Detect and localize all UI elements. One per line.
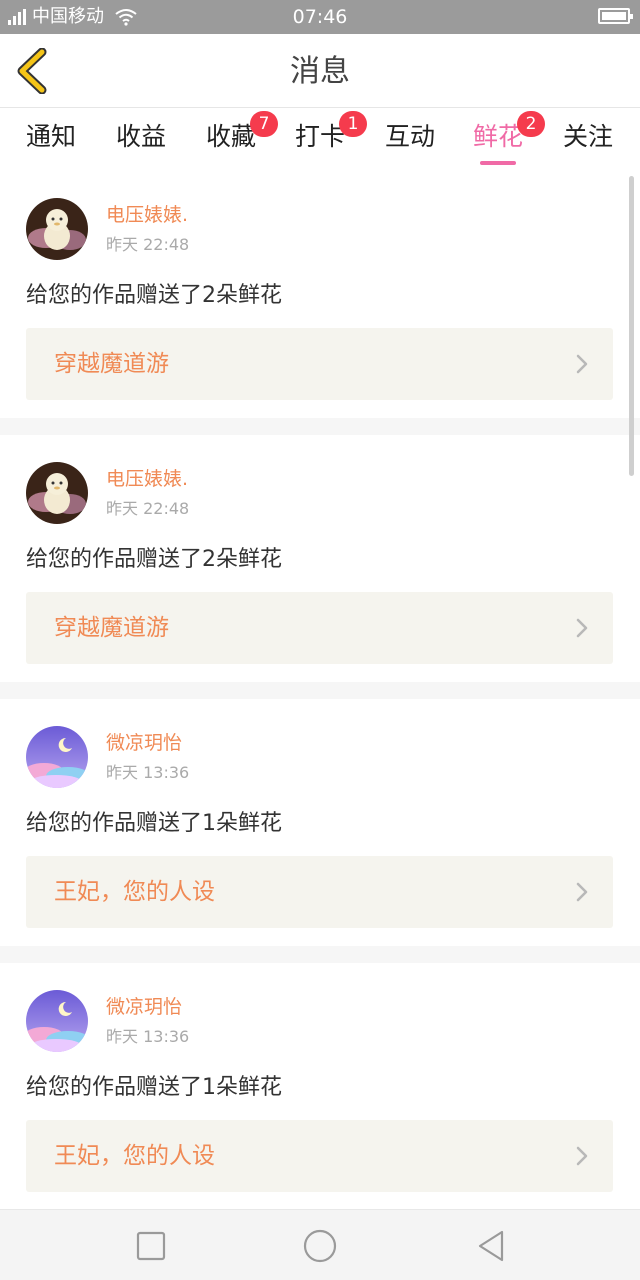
message-card: 微凉玥怡 昨天 13:36 给您的作品赠送了1朵鲜花 王妃，您的人设 <box>0 963 640 1209</box>
triangle-back-icon[interactable] <box>474 1228 510 1264</box>
message-text: 给您的作品赠送了1朵鲜花 <box>26 811 282 836</box>
chevron-right-icon <box>576 618 588 638</box>
work-title: 穿越魔道游 <box>54 615 169 641</box>
message-list[interactable]: 电压婊婊. 昨天 22:48 给您的作品赠送了2朵鲜花 穿越魔道游 电压婊婊. <box>0 171 640 1209</box>
moon-clouds-avatar[interactable] <box>26 726 88 788</box>
tab-label: 互动 <box>385 122 436 151</box>
message-card: 电压婊婊. 昨天 22:48 给您的作品赠送了2朵鲜花 穿越魔道游 <box>0 435 640 682</box>
circle-icon[interactable] <box>302 1228 338 1264</box>
sender-name[interactable]: 微凉玥怡 <box>106 731 182 755</box>
message-text: 给您的作品赠送了2朵鲜花 <box>26 547 282 572</box>
page-title: 消息 <box>290 54 350 89</box>
work-link[interactable]: 王妃，您的人设 <box>26 1120 613 1192</box>
work-title: 穿越魔道游 <box>54 351 169 377</box>
tab-label: 收益 <box>116 122 167 151</box>
unread-badge: 2 <box>517 111 545 137</box>
work-title: 王妃，您的人设 <box>54 1143 215 1169</box>
battery-icon <box>598 8 633 24</box>
work-title: 王妃，您的人设 <box>54 879 215 905</box>
tab-earnings[interactable]: 收益 <box>116 121 166 153</box>
work-link[interactable]: 穿越魔道游 <box>26 328 613 400</box>
status-bar: 中国移动 07:46 <box>0 0 640 34</box>
scrollbar[interactable] <box>629 176 634 476</box>
unread-badge: 7 <box>250 111 278 137</box>
moon-clouds-avatar[interactable] <box>26 990 88 1052</box>
tab-bar: 通知 收益 收藏 7 打卡 1 互动 鲜花 2 关注 <box>0 109 640 171</box>
message-time: 昨天 13:36 <box>106 1027 190 1046</box>
sender-name[interactable]: 电压婊婊. <box>106 467 188 491</box>
tab-follow[interactable]: 关注 <box>563 121 613 153</box>
unread-badge: 1 <box>339 111 367 137</box>
sender-name[interactable]: 微凉玥怡 <box>106 995 182 1019</box>
tab-checkin[interactable]: 打卡 1 <box>295 111 367 153</box>
message-time: 昨天 22:48 <box>106 499 190 518</box>
tab-label: 收藏 <box>206 122 257 151</box>
plush-toy-avatar[interactable] <box>26 198 88 260</box>
status-time: 07:46 <box>292 6 348 28</box>
work-link[interactable]: 穿越魔道游 <box>26 592 613 664</box>
message-card: 电压婊婊. 昨天 22:48 给您的作品赠送了2朵鲜花 穿越魔道游 <box>0 171 640 418</box>
header: 消息 <box>0 34 640 108</box>
tab-notifications[interactable]: 通知 <box>26 121 76 153</box>
tab-label: 打卡 <box>295 122 346 151</box>
chevron-right-icon <box>576 882 588 902</box>
active-tab-indicator <box>480 161 516 165</box>
message-text: 给您的作品赠送了1朵鲜花 <box>26 1075 282 1100</box>
tab-flowers[interactable]: 鲜花 2 <box>473 111 545 153</box>
tab-label: 通知 <box>26 122 77 151</box>
tab-favorites[interactable]: 收藏 7 <box>206 111 278 153</box>
tab-label: 关注 <box>563 122 614 151</box>
system-nav-bar <box>0 1209 640 1280</box>
work-link[interactable]: 王妃，您的人设 <box>26 856 613 928</box>
tab-label: 鲜花 <box>473 122 524 151</box>
message-time: 昨天 22:48 <box>106 235 190 254</box>
tab-interaction[interactable]: 互动 <box>385 121 435 153</box>
square-icon[interactable] <box>133 1228 169 1264</box>
message-card: 微凉玥怡 昨天 13:36 给您的作品赠送了1朵鲜花 王妃，您的人设 <box>0 699 640 946</box>
sender-name[interactable]: 电压婊婊. <box>106 203 188 227</box>
chevron-right-icon <box>576 354 588 374</box>
plush-toy-avatar[interactable] <box>26 462 88 524</box>
message-time: 昨天 13:36 <box>106 763 190 782</box>
message-text: 给您的作品赠送了2朵鲜花 <box>26 283 282 308</box>
chevron-right-icon <box>576 1146 588 1166</box>
